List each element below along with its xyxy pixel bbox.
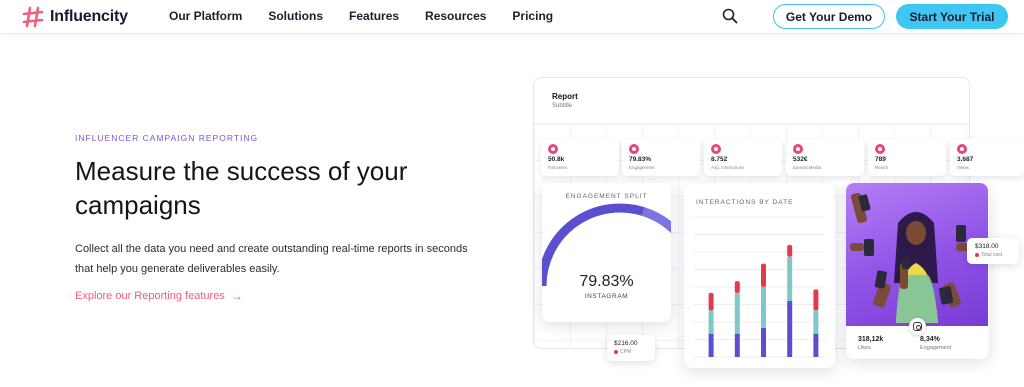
site-header: Influencity Our Platform Solutions Featu… (0, 0, 1024, 34)
interactions-bar-chart (694, 216, 825, 358)
bar-segment (708, 333, 714, 357)
bar-segment (761, 327, 766, 357)
report-title: Report (552, 92, 578, 101)
interactions-icon (711, 144, 721, 154)
bar-segment (761, 263, 766, 287)
bar-segment (708, 292, 714, 311)
main-nav: Our Platform Solutions Features Resource… (169, 9, 579, 23)
stat-label: Earned Media (793, 165, 822, 170)
instagram-icon (909, 318, 926, 335)
stat-views: 3.687 Views (950, 139, 1024, 176)
bar-segment (734, 292, 740, 334)
total-cost-chip: $318.00 Total cost (967, 238, 1019, 264)
nav-pricing[interactable]: Pricing (512, 9, 553, 23)
brand-name: Influencity (50, 8, 128, 25)
bar-segment (734, 333, 740, 357)
followers-icon (548, 144, 558, 154)
stat-label: Views (957, 165, 969, 170)
explore-link-label: Explore our Reporting features (75, 290, 225, 302)
nav-our-platform[interactable]: Our Platform (169, 9, 242, 23)
stat-label: Followers (548, 165, 568, 170)
engagement-split-label: INSTAGRAM (584, 293, 629, 300)
bar-segment (734, 281, 740, 293)
hero-eyebrow: INFLUENCER CAMPAIGN REPORTING (75, 133, 259, 143)
engagement-label: Engagement (920, 345, 952, 351)
stat-value: 532€ (793, 156, 808, 163)
stat-reach: 789 Reach (868, 139, 946, 176)
stat-avg-interactions: 8.752 Avg. Interactions (704, 139, 782, 176)
bar-segment (761, 287, 766, 328)
explore-reporting-link[interactable]: Explore our Reporting features → (75, 289, 243, 303)
total-cost-value: $318.00 (975, 243, 999, 250)
likes-label: Likes (858, 345, 871, 351)
bar-segment (787, 245, 793, 257)
stat-value: 8.752 (711, 156, 728, 163)
bar-segment (708, 310, 714, 334)
stat-followers: 50.8k Followers (541, 139, 619, 176)
likes-value: 318,12k (858, 336, 884, 343)
stat-value: 3.687 (957, 156, 974, 163)
stat-label: Reach (875, 165, 889, 170)
stat-label: Engagement (629, 165, 655, 170)
stat-value: 789 (875, 156, 886, 163)
bar-segment (787, 301, 793, 357)
bar-segment (813, 289, 819, 311)
logo-hash-icon (22, 6, 44, 28)
stat-engagement: 79.83% Engagement (622, 139, 700, 176)
cpm-chip: $216.00 CPM (607, 335, 655, 361)
stat-value: 79.83% (629, 156, 652, 163)
nav-solutions[interactable]: Solutions (268, 9, 323, 23)
dollar-icon (793, 144, 803, 154)
cpm-value: $216.00 (614, 340, 638, 347)
nav-resources[interactable]: Resources (425, 9, 486, 23)
donut-segment-mid (641, 207, 671, 233)
nav-features[interactable]: Features (349, 9, 399, 23)
interactions-by-date-card: INTERACTIONS BY DATE (684, 183, 835, 368)
search-icon[interactable] (722, 8, 738, 24)
report-header: Report Subtitle (534, 78, 969, 124)
start-trial-button[interactable]: Start Your Trial (896, 4, 1008, 29)
cpm-label: CPM (614, 349, 631, 355)
bar-segment (813, 310, 819, 334)
logo[interactable]: Influencity (22, 6, 128, 28)
hero-headline: Measure the success of your campaigns (75, 156, 408, 220)
report-subtitle: Subtitle (552, 103, 573, 109)
engagement-value: 8,34% (920, 336, 940, 343)
engagement-icon (629, 144, 639, 154)
engagement-split-card: ENGAGEMENT SPLIT 79.83% INSTAGRAM (542, 183, 671, 322)
bar-segment (787, 256, 793, 301)
stat-earned-media: 532€ Earned Media (786, 139, 864, 176)
bar-segment (813, 333, 819, 357)
reach-icon (875, 144, 885, 154)
engagement-donut (542, 203, 671, 287)
views-icon (957, 144, 967, 154)
influencer-card: 318,12k Likes 8,34% Engagement (846, 183, 989, 359)
total-cost-label: Total cost (975, 252, 1002, 258)
stat-label: Avg. Interactions (711, 165, 745, 170)
engagement-split-value: 79.83% (579, 273, 634, 290)
get-demo-button[interactable]: Get Your Demo (773, 4, 885, 29)
stat-value: 50.8k (548, 156, 565, 163)
hero-body: Collect all the data you need and create… (75, 243, 468, 275)
arrow-right-icon: → (230, 289, 243, 303)
